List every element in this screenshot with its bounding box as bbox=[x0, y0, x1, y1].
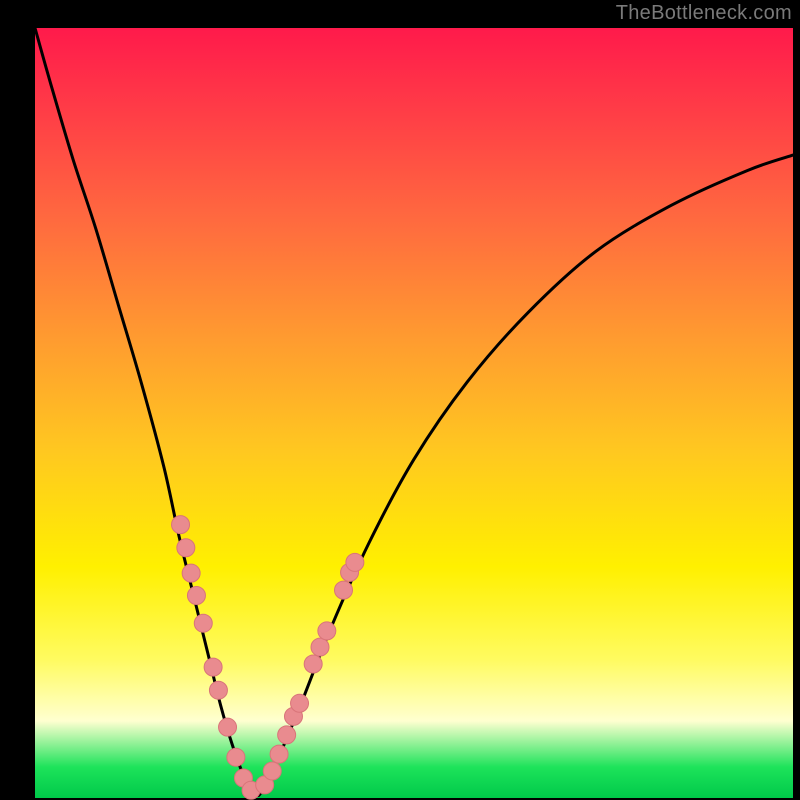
plot-area bbox=[35, 28, 793, 798]
chart-stage: TheBottleneck.com bbox=[0, 0, 800, 800]
watermark-label: TheBottleneck.com bbox=[616, 2, 792, 25]
